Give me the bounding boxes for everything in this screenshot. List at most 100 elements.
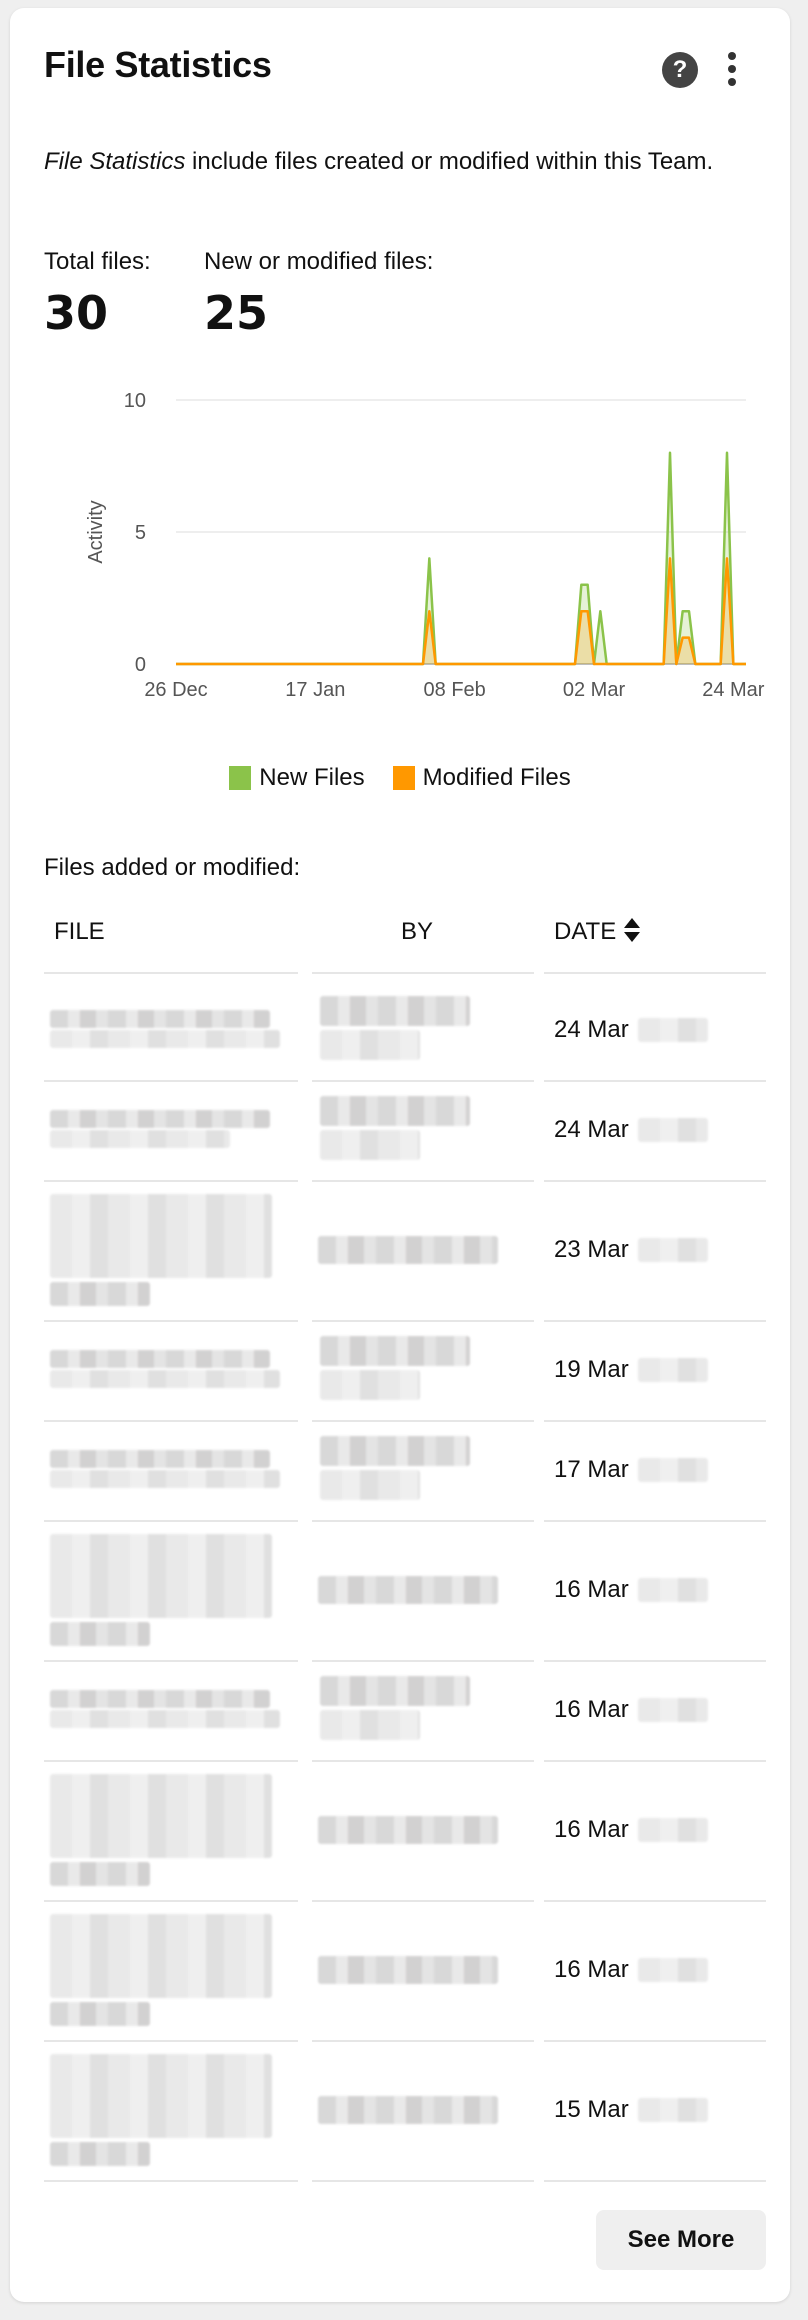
user-name-redacted[interactable] xyxy=(320,1676,470,1706)
row-date: 15 Mar xyxy=(554,2096,629,2123)
row-border xyxy=(312,1080,534,1082)
row-border xyxy=(44,1080,298,1082)
date-year-redacted xyxy=(638,1118,708,1142)
user-name-redacted[interactable] xyxy=(320,1370,420,1400)
file-name-redacted[interactable] xyxy=(50,1110,270,1128)
new-modified-files-value: 25 xyxy=(204,286,269,340)
row-border xyxy=(44,1520,298,1522)
row-border xyxy=(312,1660,534,1662)
user-name-redacted[interactable] xyxy=(318,1576,498,1604)
row-border xyxy=(544,1660,766,1662)
row-date: 16 Mar xyxy=(554,1696,629,1723)
date-year-redacted xyxy=(638,1578,708,1602)
row-border xyxy=(312,2180,534,2182)
file-name-redacted[interactable] xyxy=(50,1370,280,1388)
file-name-redacted[interactable] xyxy=(50,2142,150,2166)
more-options-icon[interactable] xyxy=(724,52,740,90)
file-name-redacted[interactable] xyxy=(50,1914,272,1998)
user-name-redacted[interactable] xyxy=(320,1336,470,1366)
x-tick-label: 24 Mar xyxy=(702,679,765,701)
user-name-redacted[interactable] xyxy=(318,2096,498,2124)
file-name-redacted[interactable] xyxy=(50,2054,272,2138)
file-name-redacted[interactable] xyxy=(50,1470,280,1488)
legend-label-new-files: New Files xyxy=(259,764,365,791)
date-year-redacted xyxy=(638,1458,708,1482)
file-name-redacted[interactable] xyxy=(50,1774,272,1858)
row-border xyxy=(44,1900,298,1902)
card-description: File Statistics include files created or… xyxy=(44,148,713,176)
see-more-button[interactable]: See More xyxy=(596,2210,766,2270)
date-year-redacted xyxy=(638,1238,708,1262)
row-date: 19 Mar xyxy=(554,1356,629,1383)
row-border xyxy=(312,1420,534,1422)
user-name-redacted[interactable] xyxy=(318,1236,498,1264)
x-tick-label: 08 Feb xyxy=(424,679,486,701)
row-border xyxy=(44,2180,298,2182)
row-border xyxy=(44,2040,298,2042)
date-year-redacted xyxy=(638,2098,708,2122)
file-name-redacted[interactable] xyxy=(50,1622,150,1646)
row-border xyxy=(544,1080,766,1082)
user-name-redacted[interactable] xyxy=(320,1436,470,1466)
user-name-redacted[interactable] xyxy=(318,1816,498,1844)
row-date: 16 Mar xyxy=(554,1816,629,1843)
user-name-redacted[interactable] xyxy=(318,1956,498,1984)
y-tick-label: 10 xyxy=(124,390,146,412)
legend-item-new-files[interactable]: New Files xyxy=(229,764,365,792)
row-border xyxy=(44,1760,298,1762)
date-year-redacted xyxy=(638,1358,708,1382)
file-name-redacted[interactable] xyxy=(50,1350,270,1368)
row-border xyxy=(312,2040,534,2042)
table-header-border xyxy=(544,972,766,974)
file-name-redacted[interactable] xyxy=(50,1862,150,1886)
card-title: File Statistics xyxy=(44,44,272,85)
column-header-by: BY xyxy=(401,918,434,945)
file-name-redacted[interactable] xyxy=(50,1282,150,1306)
file-name-redacted[interactable] xyxy=(50,1534,272,1618)
row-border xyxy=(544,1520,766,1522)
row-border xyxy=(544,2180,766,2182)
row-border xyxy=(544,1760,766,1762)
row-date: 16 Mar xyxy=(554,1956,629,1983)
file-name-redacted[interactable] xyxy=(50,2002,150,2026)
row-border xyxy=(312,1900,534,1902)
file-name-redacted[interactable] xyxy=(50,1690,270,1708)
files-section-heading: Files added or modified: xyxy=(44,854,301,881)
file-name-redacted[interactable] xyxy=(50,1450,270,1468)
legend-label-modified-files: Modified Files xyxy=(422,764,571,791)
user-name-redacted[interactable] xyxy=(320,1710,420,1740)
user-name-redacted[interactable] xyxy=(320,996,470,1026)
y-tick-label: 0 xyxy=(135,654,146,676)
user-name-redacted[interactable] xyxy=(320,1470,420,1500)
description-emphasis: File Statistics xyxy=(44,148,186,175)
x-tick-label: 02 Mar xyxy=(563,679,626,701)
file-name-redacted[interactable] xyxy=(50,1710,280,1728)
column-header-date[interactable]: DATE xyxy=(554,918,616,946)
x-tick-label: 26 Dec xyxy=(144,679,207,701)
y-tick-label: 5 xyxy=(135,522,146,544)
file-name-redacted[interactable] xyxy=(50,1030,280,1048)
row-border xyxy=(544,1320,766,1322)
row-border xyxy=(312,1520,534,1522)
table-header-border xyxy=(44,972,298,974)
user-name-redacted[interactable] xyxy=(320,1130,420,1160)
user-name-redacted[interactable] xyxy=(320,1096,470,1126)
row-border xyxy=(44,1320,298,1322)
x-tick-label: 17 Jan xyxy=(285,679,345,701)
series-line-modified-files xyxy=(176,557,746,666)
file-name-redacted[interactable] xyxy=(50,1010,270,1028)
file-name-redacted[interactable] xyxy=(50,1130,230,1148)
row-date: 23 Mar xyxy=(554,1236,629,1263)
row-date: 24 Mar xyxy=(554,1116,629,1143)
user-name-redacted[interactable] xyxy=(320,1030,420,1060)
date-year-redacted xyxy=(638,1018,708,1042)
sort-icon[interactable] xyxy=(622,916,642,944)
help-icon[interactable]: ? xyxy=(662,52,698,88)
legend-item-modified-files[interactable]: Modified Files xyxy=(392,764,571,792)
file-name-redacted[interactable] xyxy=(50,1194,272,1278)
file-statistics-card: File Statistics ? File Statistics includ… xyxy=(10,8,790,2302)
new-modified-files-label: New or modified files: xyxy=(204,248,434,275)
total-files-label: Total files: xyxy=(44,248,151,275)
row-border xyxy=(312,1760,534,1762)
y-axis-label: Activity xyxy=(85,500,107,563)
